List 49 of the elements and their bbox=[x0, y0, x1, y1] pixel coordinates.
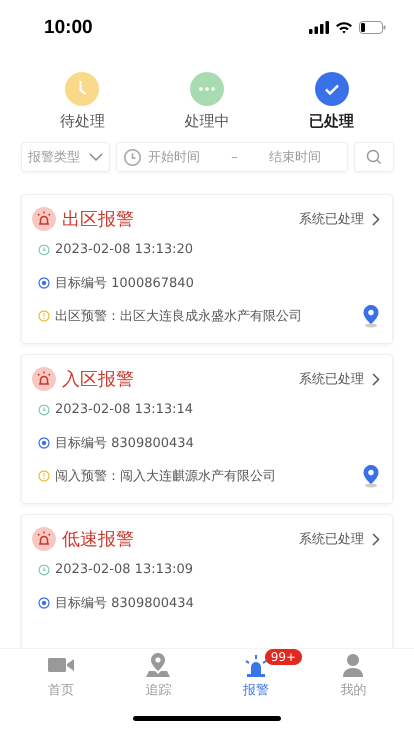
chevron-icon bbox=[372, 372, 380, 386]
map-pin-icon[interactable] bbox=[362, 464, 380, 488]
siren-icon bbox=[32, 527, 56, 551]
alarm-time: 2023-02-08 13:13:09 bbox=[55, 562, 194, 577]
clock-icon bbox=[38, 404, 50, 416]
status-link[interactable]: 系统已处理 bbox=[299, 370, 380, 388]
alarm-title: 入区报警 bbox=[62, 368, 134, 391]
target-number: 目标编号 8309800434 bbox=[55, 434, 194, 452]
alarm-time: 2023-02-08 13:13:20 bbox=[55, 242, 194, 257]
chevron-icon bbox=[372, 532, 380, 546]
clock-icon bbox=[38, 244, 50, 256]
wifi-icon bbox=[335, 21, 353, 34]
target-icon bbox=[38, 596, 50, 608]
count-badge: 99+ bbox=[264, 649, 302, 665]
target-icon bbox=[38, 276, 50, 288]
signal-icon bbox=[309, 21, 329, 34]
alarm-card[interactable]: 出区报警 系统已处理 2023-02-08 13:13:20 目标编号 1000867840 出区预警：出区大连良成永盛水产有限公司 bbox=[21, 194, 393, 344]
search-icon bbox=[366, 149, 382, 165]
status-link[interactable]: 系统已处理 bbox=[299, 530, 380, 548]
warning-text: 出区预警：出区大连良成永盛水产有限公司 bbox=[55, 308, 302, 324]
status-time: 10:00 bbox=[44, 16, 93, 38]
checkmark-icon bbox=[314, 72, 349, 106]
status-tab[interactable]: 处理中 bbox=[156, 72, 257, 140]
target-number: 目标编号 1000867840 bbox=[55, 274, 194, 292]
target-icon bbox=[38, 436, 50, 448]
alarm-title: 低速报警 bbox=[62, 528, 134, 551]
clock-icon bbox=[65, 72, 100, 106]
battery-icon bbox=[359, 21, 386, 34]
warning-text: 闯入预警：闯入大连麒源水产有限公司 bbox=[55, 468, 276, 484]
status-tab[interactable]: 待处理 bbox=[32, 72, 132, 140]
clock-icon bbox=[38, 564, 50, 576]
map-pin-icon[interactable] bbox=[362, 304, 380, 328]
alarm-time: 2023-02-08 13:13:14 bbox=[55, 402, 194, 417]
chevron-down-icon bbox=[89, 152, 103, 162]
location-pin-icon bbox=[145, 653, 172, 677]
status-link[interactable]: 系统已处理 bbox=[299, 210, 380, 228]
chevron-icon bbox=[372, 212, 380, 226]
alarm-title: 出区报警 bbox=[62, 208, 134, 231]
warning-icon bbox=[38, 310, 50, 322]
search-button[interactable] bbox=[354, 142, 394, 172]
warning-icon bbox=[38, 470, 50, 482]
status-tab[interactable]: 已处理 bbox=[282, 72, 382, 140]
siren-icon bbox=[32, 207, 56, 231]
siren-icon bbox=[32, 367, 56, 391]
more-icon bbox=[190, 72, 224, 106]
target-number: 目标编号 8309800434 bbox=[55, 594, 194, 612]
clock-icon bbox=[123, 148, 142, 166]
alarm-card[interactable]: 入区报警 系统已处理 2023-02-08 13:13:14 目标编号 8309800434 闯入预警：闯入大连麒源水产有限公司 bbox=[21, 354, 393, 504]
alarm-light-icon bbox=[242, 653, 269, 677]
